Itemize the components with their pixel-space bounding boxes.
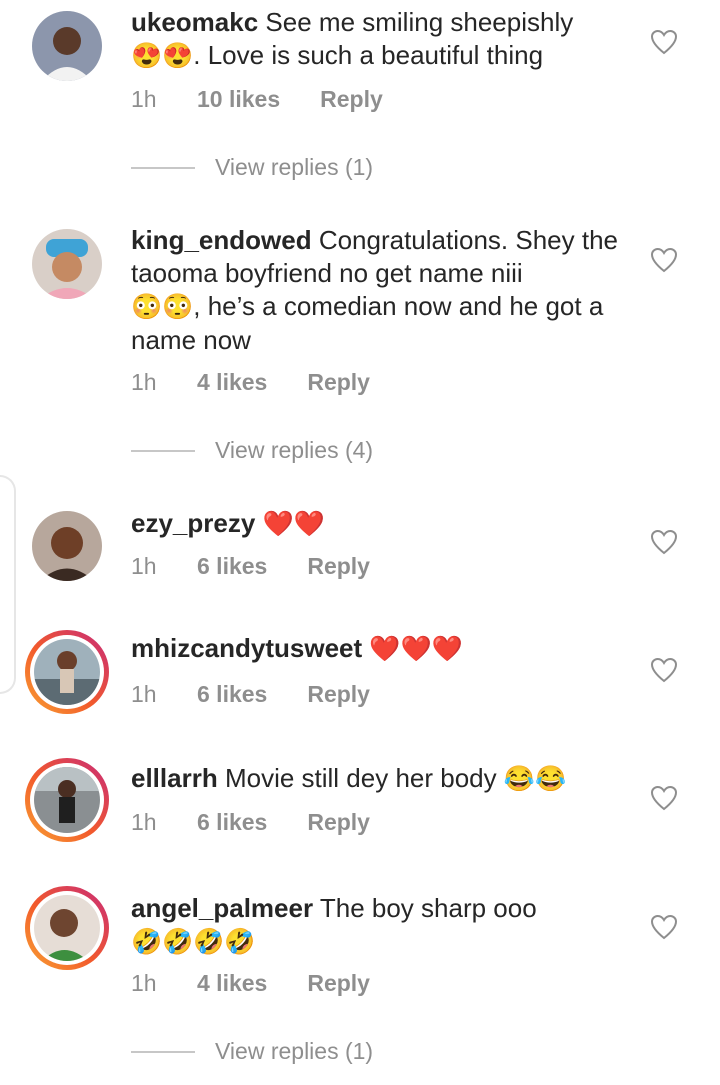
avatar-story-ring[interactable] xyxy=(25,630,109,714)
avatar-story-ring[interactable] xyxy=(25,758,109,842)
avatar xyxy=(34,767,100,833)
comment-body: Movie still dey her body xyxy=(224,763,497,793)
comment-meta: 1h 4 likes Reply xyxy=(131,970,370,997)
view-replies-button[interactable]: View replies (1) xyxy=(131,154,373,181)
comment-text: mhizcandytusweet ❤️❤️❤️ xyxy=(131,632,621,666)
likes-count[interactable]: 10 likes xyxy=(197,86,280,113)
view-replies-label: View replies (1) xyxy=(215,1038,374,1064)
comment-body: See me smiling sheepishly xyxy=(265,7,574,37)
heart-outline-icon[interactable] xyxy=(650,914,678,940)
emoji: 😳😳 xyxy=(131,293,194,321)
reply-button[interactable]: Reply xyxy=(307,809,370,836)
reply-button[interactable]: Reply xyxy=(307,553,370,580)
avatar xyxy=(34,639,100,705)
avatar xyxy=(34,895,100,961)
likes-count[interactable]: 6 likes xyxy=(197,809,267,836)
comment-body-2: . Love is such a beautiful thing xyxy=(193,40,544,70)
comment-meta: 1h 6 likes Reply xyxy=(131,553,370,580)
left-edge-panel xyxy=(0,475,16,694)
username[interactable]: ezy_prezy xyxy=(131,508,255,538)
divider xyxy=(131,166,195,169)
heart-outline-icon[interactable] xyxy=(650,785,678,811)
avatar[interactable] xyxy=(32,229,102,299)
heart-outline-icon[interactable] xyxy=(650,247,678,273)
username[interactable]: ukeomakc xyxy=(131,7,258,37)
likes-count[interactable]: 4 likes xyxy=(197,369,267,396)
avatar[interactable] xyxy=(32,511,102,581)
comment-meta: 1h 4 likes Reply xyxy=(131,369,370,396)
view-replies-button[interactable]: View replies (4) xyxy=(131,437,373,464)
likes-count[interactable]: 4 likes xyxy=(197,970,267,997)
comment-text: king_endowed Congratulations. Shey the t… xyxy=(131,224,621,357)
username[interactable]: king_endowed xyxy=(131,225,312,255)
comment-text: elllarrh Movie still dey her body 😂😂 xyxy=(131,762,621,796)
emoji: 🤣🤣🤣🤣 xyxy=(131,928,256,956)
avatar-story-ring[interactable] xyxy=(25,886,109,970)
timestamp: 1h xyxy=(131,681,157,707)
comment-meta: 1h 10 likes Reply xyxy=(131,86,383,113)
view-replies-label: View replies (1) xyxy=(215,154,374,180)
comment-text: ukeomakc See me smiling sheepishly 😍😍. L… xyxy=(131,6,621,73)
comment-text: ezy_prezy ❤️❤️ xyxy=(131,507,621,541)
divider xyxy=(131,1050,195,1053)
timestamp: 1h xyxy=(131,970,157,996)
comment-meta: 1h 6 likes Reply xyxy=(131,681,370,708)
comment-body-2: , he’s a comedian now and he got a name … xyxy=(131,291,604,355)
emoji: 😍😍 xyxy=(131,42,194,70)
view-replies-label: View replies (4) xyxy=(215,437,374,463)
comment-text: angel_palmeer The boy sharp ooo 🤣🤣🤣🤣 xyxy=(131,892,621,959)
avatar[interactable] xyxy=(32,11,102,81)
heart-outline-icon[interactable] xyxy=(650,529,678,555)
timestamp: 1h xyxy=(131,369,157,395)
reply-button[interactable]: Reply xyxy=(320,86,383,113)
timestamp: 1h xyxy=(131,86,157,112)
username[interactable]: mhizcandytusweet xyxy=(131,633,362,663)
comment-body: The boy sharp ooo xyxy=(319,893,537,923)
username[interactable]: angel_palmeer xyxy=(131,893,313,923)
username[interactable]: elllarrh xyxy=(131,763,218,793)
emoji: ❤️❤️❤️ xyxy=(369,635,463,663)
reply-button[interactable]: Reply xyxy=(307,681,370,708)
reply-button[interactable]: Reply xyxy=(307,369,370,396)
comment-meta: 1h 6 likes Reply xyxy=(131,809,370,836)
emoji: ❤️❤️ xyxy=(262,510,325,538)
heart-outline-icon[interactable] xyxy=(650,29,678,55)
likes-count[interactable]: 6 likes xyxy=(197,681,267,708)
reply-button[interactable]: Reply xyxy=(307,970,370,997)
timestamp: 1h xyxy=(131,809,157,835)
timestamp: 1h xyxy=(131,553,157,579)
view-replies-button[interactable]: View replies (1) xyxy=(131,1038,373,1065)
likes-count[interactable]: 6 likes xyxy=(197,553,267,580)
emoji: 😂😂 xyxy=(503,765,567,793)
divider xyxy=(131,449,195,452)
heart-outline-icon[interactable] xyxy=(650,657,678,683)
